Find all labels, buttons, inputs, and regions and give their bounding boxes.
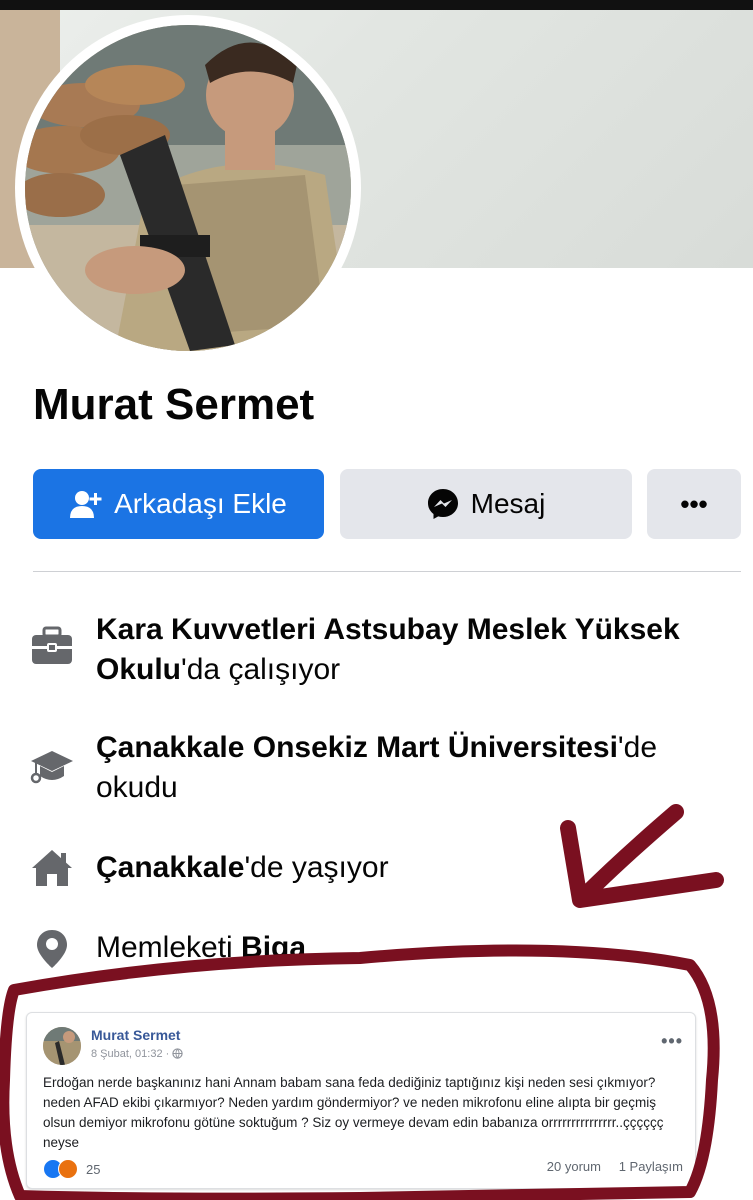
post-card: Murat Sermet 8 Şubat, 01:32 · ••• Erdoğa… (26, 1012, 696, 1189)
profile-photo-illustration (25, 25, 351, 351)
shares-count[interactable]: 1 Paylaşım (619, 1159, 683, 1174)
top-bar (0, 0, 753, 10)
more-label: ••• (680, 488, 708, 519)
angry-reaction-icon (58, 1159, 78, 1179)
post-author-name[interactable]: Murat Sermet (91, 1027, 180, 1043)
graduation-cap-icon (30, 748, 74, 792)
profile-picture[interactable] (25, 25, 351, 351)
location-pin-icon (30, 928, 74, 972)
about-work-text: Kara Kuvvetleri Astsubay Meslek Yüksek O… (96, 610, 736, 690)
post-meta: 8 Şubat, 01:32 · (91, 1048, 184, 1062)
work-suffix: 'da çalışıyor (181, 653, 341, 686)
city-link[interactable]: Çanakkale (96, 851, 244, 884)
post-date[interactable]: 8 Şubat, 01:32 · (91, 1048, 172, 1060)
section-divider (33, 571, 741, 572)
about-education-text: Çanakkale Onsekiz Mart Üniversitesi'de o… (96, 728, 736, 808)
hometown-link[interactable]: Biga (241, 931, 306, 964)
hometown-prefix: Memleketi (96, 931, 242, 964)
add-friend-button[interactable]: Arkadaşı Ekle (33, 469, 324, 539)
profile-name: Murat Sermet (33, 380, 315, 429)
post-text: Erdoğan nerde başkanınız hani Annam baba… (43, 1075, 664, 1150)
school-link[interactable]: Çanakkale Onsekiz Mart Üniversitesi (96, 731, 618, 764)
more-options-button[interactable]: ••• (647, 469, 741, 539)
reactions-summary[interactable]: 25 (43, 1159, 100, 1179)
post-author-avatar[interactable] (43, 1027, 81, 1065)
add-friend-icon (70, 489, 102, 519)
about-hometown-text: Memleketi Biga (96, 928, 736, 968)
residence-suffix: 'de yaşıyor (244, 851, 389, 884)
post-footer: 25 20 yorum 1 Paylaşım (43, 1158, 683, 1180)
home-icon (30, 848, 74, 892)
about-residence-text: Çanakkale'de yaşıyor (96, 848, 736, 888)
post-options-icon[interactable]: ••• (661, 1031, 683, 1052)
messenger-icon (427, 488, 459, 520)
message-button[interactable]: Mesaj (340, 469, 632, 539)
globe-icon (172, 1048, 184, 1062)
reactions-count: 25 (86, 1161, 101, 1177)
briefcase-icon (30, 626, 74, 670)
add-friend-label: Arkadaşı Ekle (114, 488, 287, 519)
message-label: Mesaj (470, 488, 546, 519)
comments-count[interactable]: 20 yorum (547, 1159, 601, 1174)
